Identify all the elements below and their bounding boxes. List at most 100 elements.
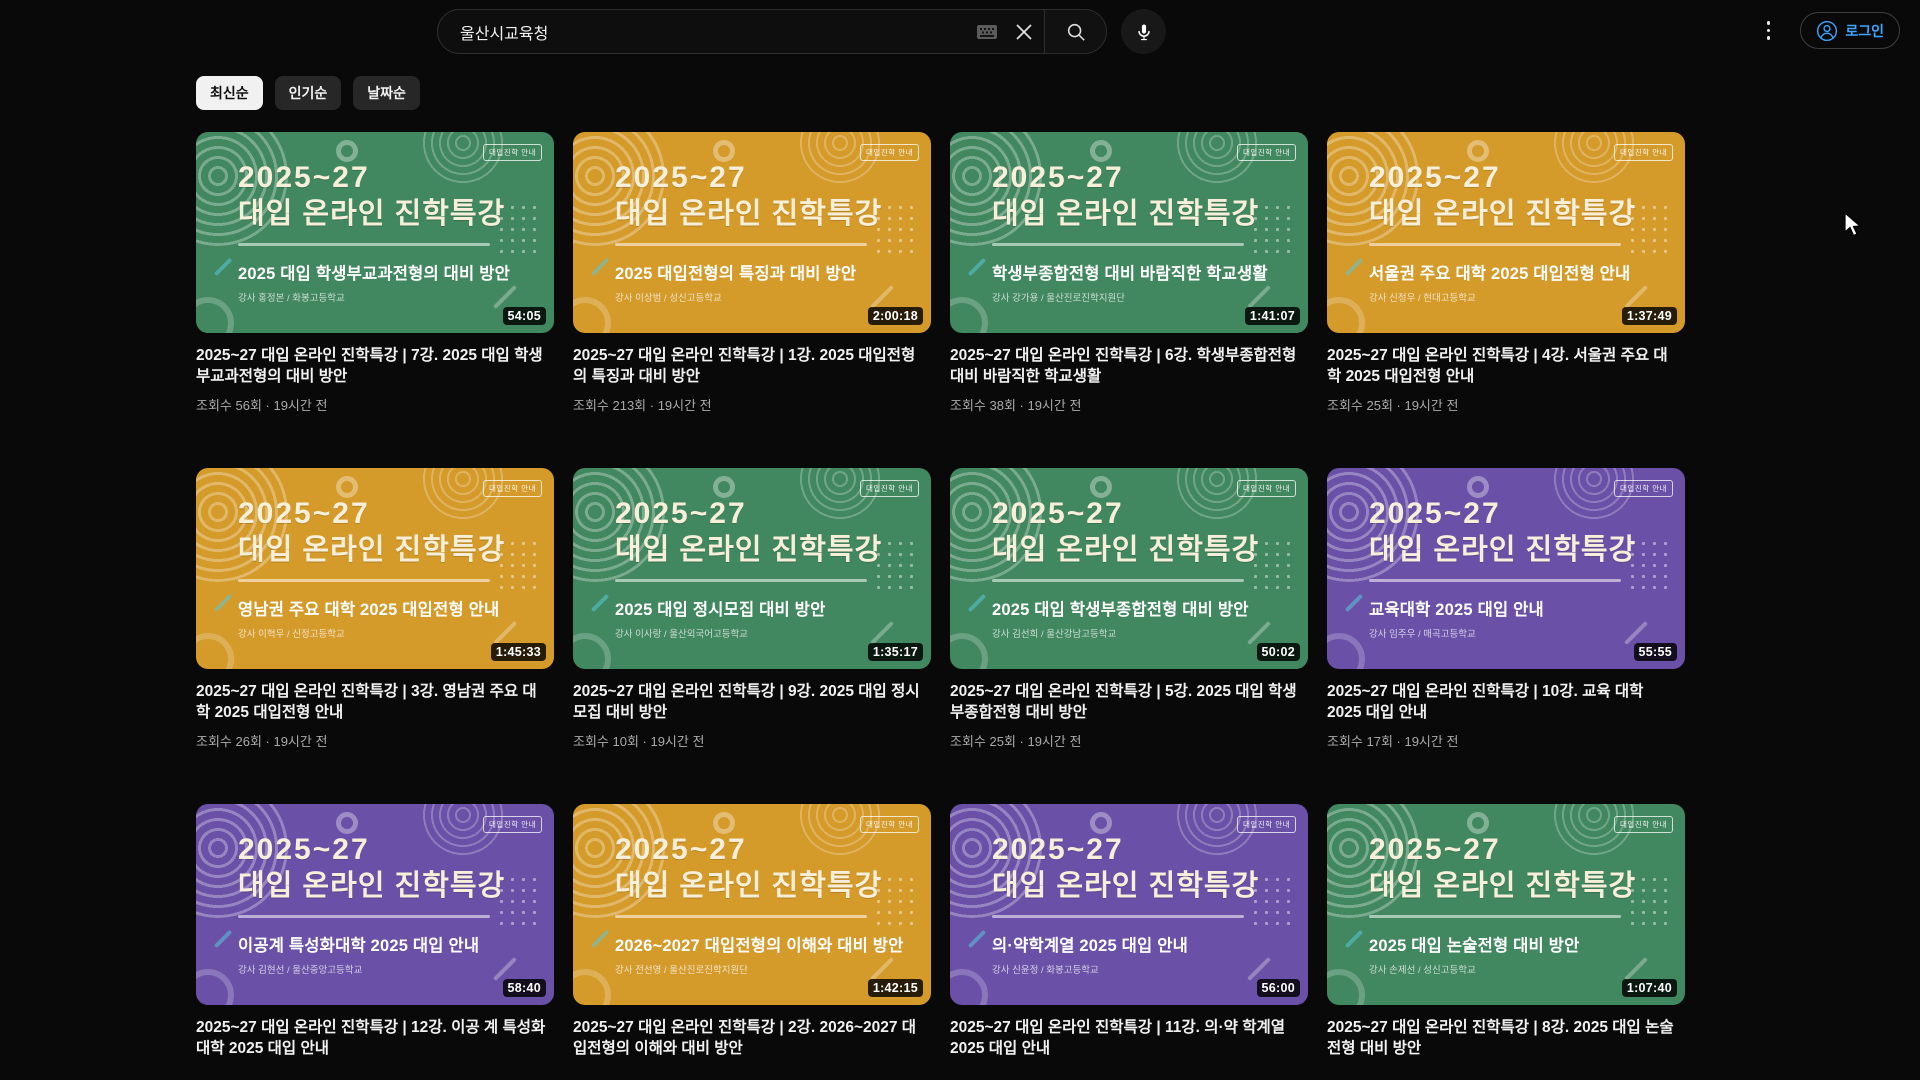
video-title[interactable]: 2025~27 대입 온라인 진학특강 | 6강. 학생부종합전형 대비 바람직… [950, 345, 1302, 388]
thumbnail-instructor: 강사 이혁우 / 신정고등학교 [238, 626, 554, 640]
video-title[interactable]: 2025~27 대입 온라인 진학특강 | 4강. 서울권 주요 대학 2025… [1327, 345, 1679, 388]
filter-chip[interactable]: 최신순 [196, 76, 263, 110]
video-title[interactable]: 2025~27 대입 온라인 진학특강 | 2강. 2026~2027 대입전형… [573, 1017, 925, 1060]
video-title[interactable]: 2025~27 대입 온라인 진학특강 | 9강. 2025 대입 정시모집 대… [573, 681, 925, 724]
video-title[interactable]: 2025~27 대입 온라인 진학특강 | 8강. 2025 대입 논술전형 대… [1327, 1017, 1679, 1060]
video-card[interactable]: 대입진학 안내 2025~27 대입 온라인 진학특강 2025 대입전형의 특… [573, 132, 931, 414]
thumbnail-heading-series: 대입 온라인 진학특강 [615, 196, 931, 232]
video-thumbnail[interactable]: 대입진학 안내 2025~27 대입 온라인 진학특강 2026~2027 대입… [573, 804, 931, 1005]
circle-decoration-icon [1467, 812, 1489, 834]
thumbnail-subtitle: 2025 대입 정시모집 대비 방안 [615, 596, 931, 620]
thumbnail-badge: 대입진학 안내 [1614, 144, 1673, 161]
video-thumbnail[interactable]: 대입진학 안내 2025~27 대입 온라인 진학특강 이공계 특성화대학 20… [196, 804, 554, 1005]
video-thumbnail[interactable]: 대입진학 안내 2025~27 대입 온라인 진학특강 의·약학계열 2025 … [950, 804, 1308, 1005]
video-meta: 조회수 56회 · 19시간 전 [196, 395, 554, 414]
thumbnail-heading-series: 대입 온라인 진학특강 [1369, 868, 1685, 904]
video-card[interactable]: 대입진학 안내 2025~27 대입 온라인 진학특강 2025 대입 정시모집… [573, 468, 931, 750]
video-title[interactable]: 2025~27 대입 온라인 진학특강 | 10강. 교육 대학 2025 대입… [1327, 681, 1679, 724]
thumbnail-instructor: 강사 홍정본 / 화봉고등학교 [238, 290, 554, 304]
thumbnail-divider [615, 915, 867, 918]
duration-badge: 1:07:40 [1622, 979, 1677, 997]
video-card[interactable]: 대입진학 안내 2025~27 대입 온라인 진학특강 2025 대입 논술전형… [1327, 804, 1685, 1060]
thumbnail-heading-year: 2025~27 [1369, 160, 1685, 196]
thumbnail-instructor: 강사 전선영 / 울산진로진학지원단 [615, 962, 931, 976]
video-thumbnail[interactable]: 대입진학 안내 2025~27 대입 온라인 진학특강 서울권 주요 대학 20… [1327, 132, 1685, 333]
thumbnail-heading-year: 2025~27 [992, 160, 1308, 196]
thumbnail-heading-series: 대입 온라인 진학특강 [615, 532, 931, 568]
thumbnail-instructor: 강사 김현선 / 울산중앙고등학교 [238, 962, 554, 976]
thumbnail-divider [615, 243, 867, 246]
thumbnail-divider [992, 243, 1244, 246]
video-card[interactable]: 대입진학 안내 2025~27 대입 온라인 진학특강 학생부종합전형 대비 바… [950, 132, 1308, 414]
thumbnail-heading-series: 대입 온라인 진학특강 [238, 868, 554, 904]
duration-badge: 1:42:15 [868, 979, 923, 997]
video-title[interactable]: 2025~27 대입 온라인 진학특강 | 5강. 2025 대입 학생부종합전… [950, 681, 1302, 724]
thumbnail-instructor: 강사 이상범 / 성신고등학교 [615, 290, 931, 304]
thumbnail-instructor: 강사 강가용 / 울산진로진학지원단 [992, 290, 1308, 304]
thumbnail-badge: 대입진학 안내 [1237, 480, 1296, 497]
keyboard-icon[interactable] [970, 10, 1004, 53]
video-meta: 조회수 25회 · 19시간 전 [950, 731, 1308, 750]
video-card[interactable]: 대입진학 안내 2025~27 대입 온라인 진학특강 서울권 주요 대학 20… [1327, 132, 1685, 414]
thumbnail-instructor: 강사 김선희 / 울산강남고등학교 [992, 626, 1308, 640]
video-card[interactable]: 대입진학 안내 2025~27 대입 온라인 진학특강 이공계 특성화대학 20… [196, 804, 554, 1060]
filter-chip[interactable]: 날짜순 [353, 76, 420, 110]
duration-badge: 50:02 [1257, 643, 1300, 661]
video-card[interactable]: 대입진학 안내 2025~27 대입 온라인 진학특강 2025 대입 학생부교… [196, 132, 554, 414]
thumbnail-instructor: 강사 신정우 / 현대고등학교 [1369, 290, 1685, 304]
video-meta: 조회수 25회 · 19시간 전 [1327, 395, 1685, 414]
circle-decoration-icon [1090, 140, 1112, 162]
thumbnail-instructor: 강사 손제선 / 성신고등학교 [1369, 962, 1685, 976]
thumbnail-badge: 대입진학 안내 [483, 144, 542, 161]
circle-decoration-icon [1467, 140, 1489, 162]
circle-decoration-icon [1467, 476, 1489, 498]
top-bar: 로그인 [0, 0, 1920, 62]
video-thumbnail[interactable]: 대입진학 안내 2025~27 대입 온라인 진학특강 2025 대입 학생부교… [196, 132, 554, 333]
video-title[interactable]: 2025~27 대입 온라인 진학특강 | 7강. 2025 대입 학생부교과전… [196, 345, 548, 388]
thumbnail-subtitle: 이공계 특성화대학 2025 대입 안내 [238, 932, 554, 956]
thumbnail-subtitle: 2025 대입 논술전형 대비 방안 [1369, 932, 1685, 956]
more-options-button[interactable] [1759, 15, 1779, 46]
thumbnail-divider [992, 579, 1244, 582]
person-icon [1816, 20, 1838, 42]
video-title[interactable]: 2025~27 대입 온라인 진학특강 | 12강. 이공 계 특성화대학 20… [196, 1017, 548, 1060]
video-thumbnail[interactable]: 대입진학 안내 2025~27 대입 온라인 진학특강 2025 대입 논술전형… [1327, 804, 1685, 1005]
duration-badge: 1:35:17 [868, 643, 923, 661]
video-card[interactable]: 대입진학 안내 2025~27 대입 온라인 진학특강 2025 대입 학생부종… [950, 468, 1308, 750]
thumbnail-badge: 대입진학 안내 [1614, 816, 1673, 833]
video-thumbnail[interactable]: 대입진학 안내 2025~27 대입 온라인 진학특강 2025 대입 학생부종… [950, 468, 1308, 669]
thumbnail-divider [615, 579, 867, 582]
video-title[interactable]: 2025~27 대입 온라인 진학특강 | 3강. 영남권 주요 대학 2025… [196, 681, 548, 724]
search-input[interactable] [438, 23, 970, 41]
video-thumbnail[interactable]: 대입진학 안내 2025~27 대입 온라인 진학특강 학생부종합전형 대비 바… [950, 132, 1308, 333]
thumbnail-divider [238, 915, 490, 918]
thumbnail-heading-year: 2025~27 [1369, 496, 1685, 532]
video-title[interactable]: 2025~27 대입 온라인 진학특강 | 11강. 의·약 학계열 2025 … [950, 1017, 1302, 1060]
search-button[interactable] [1044, 10, 1106, 53]
video-thumbnail[interactable]: 대입진학 안내 2025~27 대입 온라인 진학특강 2025 대입 정시모집… [573, 468, 931, 669]
circle-decoration-icon [336, 812, 358, 834]
thumbnail-subtitle: 영남권 주요 대학 2025 대입전형 안내 [238, 596, 554, 620]
clear-search-icon[interactable] [1004, 10, 1044, 53]
video-thumbnail[interactable]: 대입진학 안내 2025~27 대입 온라인 진학특강 교육대학 2025 대입… [1327, 468, 1685, 669]
circle-decoration-icon [713, 476, 735, 498]
thumbnail-badge: 대입진학 안내 [483, 816, 542, 833]
thumbnail-heading-year: 2025~27 [992, 832, 1308, 868]
filter-chip[interactable]: 인기순 [275, 76, 342, 110]
video-thumbnail[interactable]: 대입진학 안내 2025~27 대입 온라인 진학특강 2025 대입전형의 특… [573, 132, 931, 333]
video-thumbnail[interactable]: 대입진학 안내 2025~27 대입 온라인 진학특강 영남권 주요 대학 20… [196, 468, 554, 669]
video-card[interactable]: 대입진학 안내 2025~27 대입 온라인 진학특강 의·약학계열 2025 … [950, 804, 1308, 1060]
video-card[interactable]: 대입진학 안내 2025~27 대입 온라인 진학특강 2026~2027 대입… [573, 804, 931, 1060]
duration-badge: 56:00 [1257, 979, 1300, 997]
thumbnail-subtitle: 2025 대입전형의 특징과 대비 방안 [615, 260, 931, 284]
voice-search-button[interactable] [1121, 9, 1166, 54]
login-button[interactable]: 로그인 [1800, 12, 1900, 49]
video-title[interactable]: 2025~27 대입 온라인 진학특강 | 1강. 2025 대입전형의 특징과… [573, 345, 925, 388]
thumbnail-badge: 대입진학 안내 [1237, 816, 1296, 833]
video-card[interactable]: 대입진학 안내 2025~27 대입 온라인 진학특강 영남권 주요 대학 20… [196, 468, 554, 750]
duration-badge: 1:37:49 [1622, 307, 1677, 325]
video-card[interactable]: 대입진학 안내 2025~27 대입 온라인 진학특강 교육대학 2025 대입… [1327, 468, 1685, 750]
thumbnail-heading-year: 2025~27 [615, 832, 931, 868]
thumbnail-subtitle: 2026~2027 대입전형의 이해와 대비 방안 [615, 932, 931, 956]
thumbnail-heading-year: 2025~27 [238, 832, 554, 868]
